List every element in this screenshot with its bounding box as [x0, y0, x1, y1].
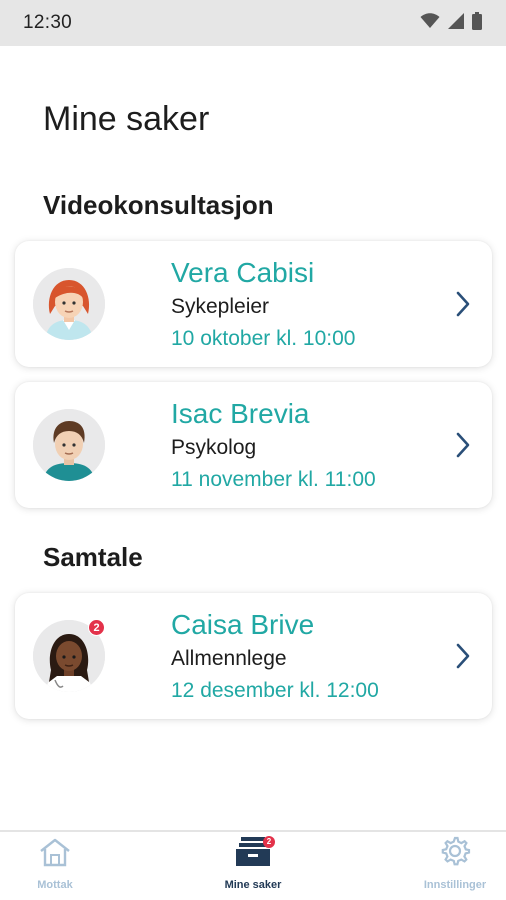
wifi-icon [420, 12, 440, 34]
status-icons [420, 11, 482, 35]
chevron-right-icon [455, 642, 471, 675]
chevron-right-icon [455, 290, 471, 323]
chevron-right-icon [455, 431, 471, 464]
nav-label: Mottak [37, 879, 73, 891]
case-name: Isac Brevia [171, 398, 310, 429]
case-role: Sykepleier [171, 295, 270, 318]
nurse-avatar-icon [33, 268, 105, 340]
nav-item-mottak[interactable]: Mottak [0, 838, 110, 891]
case-role: Allmennlege [171, 647, 287, 670]
nav-badge: 2 [263, 836, 275, 848]
case-card-isac-brevia[interactable]: Isac Brevia Psykolog 11 november kl. 11:… [15, 382, 492, 508]
battery-icon [472, 11, 482, 35]
page-title: Mine saker [43, 100, 210, 138]
case-datetime: 10 oktober kl. 10:00 [171, 327, 356, 350]
bottom-nav: Mottak 2 Mine saker Innstillinger [0, 830, 506, 900]
case-name: Caisa Brive [171, 609, 315, 640]
status-bar: 12:30 [0, 0, 506, 46]
nav-item-mine-saker[interactable]: 2 Mine saker [198, 836, 308, 891]
case-name: Vera Cabisi [171, 257, 315, 288]
section-title-videokonsultasjon: Videokonsultasjon [43, 190, 274, 220]
case-card-caisa-brive[interactable]: 2 Caisa Brive Allmennlege 12 desember kl… [15, 593, 492, 719]
nav-label: Mine saker [224, 879, 282, 891]
gear-icon [439, 835, 471, 872]
nav-item-innstillinger[interactable]: Innstillinger [400, 835, 506, 891]
case-datetime: 12 desember kl. 12:00 [171, 679, 379, 702]
house-icon [38, 837, 72, 872]
status-time: 12:30 [23, 12, 73, 33]
psychologist-avatar-icon [33, 409, 105, 481]
case-role: Psykolog [171, 436, 257, 459]
case-card-vera-cabisi[interactable]: Vera Cabisi Sykepleier 10 oktober kl. 10… [15, 241, 492, 367]
signal-icon [448, 12, 464, 34]
section-title-samtale: Samtale [43, 542, 143, 572]
case-datetime: 11 november kl. 11:00 [171, 468, 376, 491]
notification-badge: 2 [88, 619, 105, 636]
nav-label: Innstillinger [423, 879, 487, 891]
